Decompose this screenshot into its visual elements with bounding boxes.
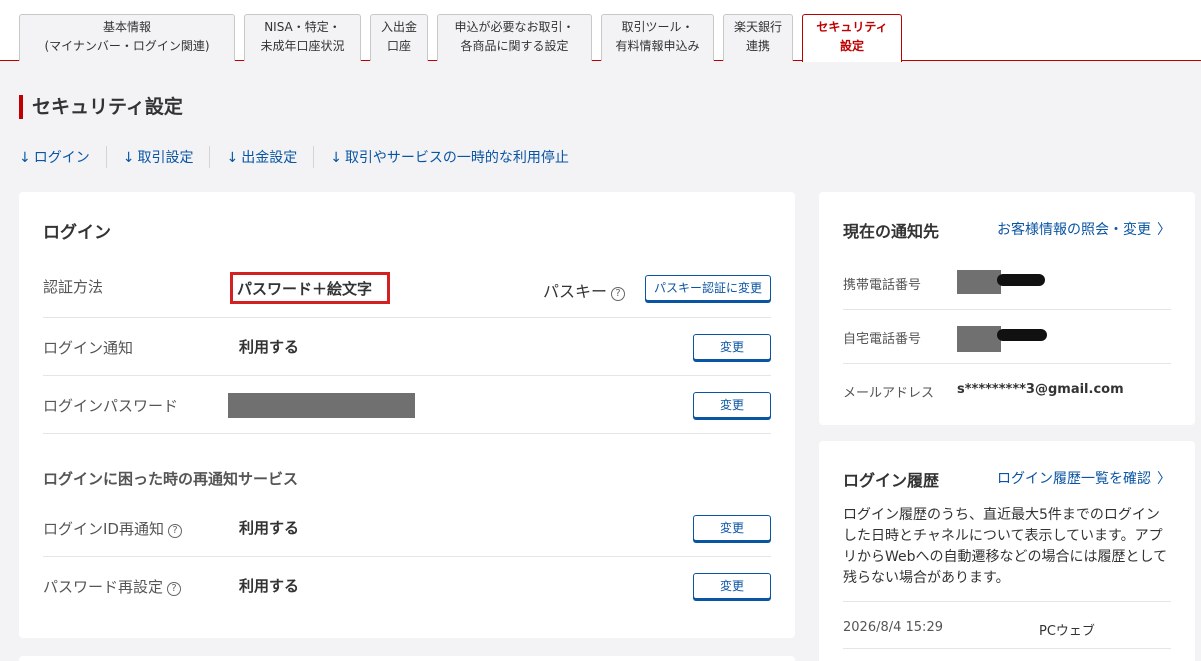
divider — [843, 648, 1171, 649]
redacted-mobile — [957, 270, 1001, 294]
redacted-mobile — [997, 274, 1045, 286]
mobile-phone-label: 携帯電話番号 — [843, 278, 922, 293]
login-notify-label: ログイン通知 — [43, 339, 134, 357]
help-icon[interactable]: ? — [167, 582, 182, 596]
login-section-title: ログイン — [43, 223, 111, 243]
login-card: ログイン 認証方法 パスワード＋絵文字 パスキー? パスキー認証に変更 ログイン… — [19, 192, 795, 638]
arrow-down-icon: ↓ — [226, 150, 239, 166]
login-notify-value: 利用する — [239, 338, 300, 356]
tab-trading-tools[interactable]: 取引ツール・ 有料情報申込み — [601, 14, 714, 61]
recover-service-title: ログインに困った時の再通知サービス — [43, 470, 299, 488]
id-reminder-text: ログインID再通知 — [43, 520, 164, 538]
tab-rakuten-bank[interactable]: 楽天銀行 連携 — [723, 14, 793, 61]
anchor-label: 出金設定 — [241, 150, 298, 166]
help-icon[interactable]: ? — [611, 287, 626, 301]
passkey-label: パスキー? — [543, 278, 626, 302]
divider — [43, 556, 771, 557]
pw-reset-value: 利用する — [239, 577, 300, 595]
pw-reset-text: パスワード再設定 — [43, 578, 164, 596]
login-password-label: ログインパスワード — [43, 397, 179, 415]
tab-label: 各商品に関する設定 — [460, 39, 569, 53]
anchor-label: ログイン — [33, 150, 90, 166]
chevron-right-icon: 〉 — [1157, 222, 1171, 238]
chevron-right-icon: 〉 — [1157, 471, 1171, 487]
anchor-nav: ↓ ログイン ↓ 取引設定 ↓ 出金設定 ↓ 取引やサービスの一時的な利用停止 — [19, 146, 569, 168]
next-section-card — [19, 656, 795, 661]
login-history-link[interactable]: ログイン履歴一覧を確認〉 — [997, 468, 1171, 488]
contact-card: 現在の通知先 お客様情報の照会・変更〉 携帯電話番号 自宅電話番号 メールアドレ… — [819, 192, 1195, 425]
tab-label: 設定 — [839, 39, 864, 53]
login-history-description: ログイン履歴のうち、直近最大5件までのログインした日時とチャネルについて表示して… — [843, 507, 1168, 586]
email-label: メールアドレス — [843, 386, 935, 401]
tab-basic-info[interactable]: 基本情報 (マイナンバー・ログイン関連) — [19, 14, 235, 61]
pw-reset-change-button[interactable]: 変更 — [693, 573, 771, 599]
tab-label: 楽天銀行 — [733, 20, 782, 34]
history-channel: PCウェブ — [1039, 624, 1095, 639]
tab-applications[interactable]: 申込が必要なお取引・ 各商品に関する設定 — [437, 14, 592, 61]
tab-label: 取引ツール・ — [621, 20, 694, 34]
anchor-trading[interactable]: ↓ 取引設定 — [123, 147, 194, 167]
tab-label: セキュリティ — [816, 20, 888, 34]
divider — [843, 309, 1171, 310]
page-title: セキュリティ設定 — [19, 95, 183, 119]
help-icon[interactable]: ? — [167, 524, 182, 538]
tab-security[interactable]: セキュリティ 設定 — [802, 14, 902, 62]
id-reminder-value: 利用する — [239, 519, 300, 537]
tab-bar: 基本情報 (マイナンバー・ログイン関連) NISA・特定・ 未成年口座状況 入出… — [0, 0, 1201, 62]
tab-label: (マイナンバー・ログイン関連) — [44, 39, 210, 53]
tab-label: 連携 — [745, 39, 770, 53]
anchor-label: 取引やサービスの一時的な利用停止 — [344, 150, 569, 166]
redacted-password — [228, 393, 415, 418]
arrow-down-icon: ↓ — [330, 150, 342, 166]
auth-method-value: パスワード＋絵文字 — [237, 280, 373, 298]
contact-title: 現在の通知先 — [843, 222, 940, 241]
link-label: お客様情報の照会・変更 — [997, 222, 1151, 238]
redacted-home — [957, 326, 1001, 352]
passkey-change-button[interactable]: パスキー認証に変更 — [645, 275, 771, 301]
pw-reset-label: パスワード再設定? — [43, 576, 182, 597]
arrow-down-icon: ↓ — [122, 150, 135, 166]
tab-label: 基本情報 — [102, 20, 151, 34]
id-reminder-change-button[interactable]: 変更 — [693, 515, 771, 541]
login-password-change-button[interactable]: 変更 — [693, 392, 771, 418]
login-notify-change-button[interactable]: 変更 — [693, 334, 771, 360]
tab-label: 入出金 — [380, 20, 417, 34]
divider — [209, 146, 211, 168]
redacted-home — [997, 329, 1047, 341]
tab-label: 申込が必要なお取引・ — [454, 20, 575, 34]
anchor-login[interactable]: ↓ ログイン — [19, 147, 90, 167]
divider — [313, 146, 315, 168]
login-history-title: ログイン履歴 — [843, 471, 940, 490]
anchor-suspend[interactable]: ↓ 取引やサービスの一時的な利用停止 — [330, 147, 569, 167]
customer-info-link[interactable]: お客様情報の照会・変更〉 — [997, 219, 1171, 239]
divider — [105, 146, 107, 168]
divider — [843, 363, 1171, 364]
divider — [43, 317, 771, 318]
tab-label: 未成年口座状況 — [260, 39, 345, 53]
anchor-withdrawal[interactable]: ↓ 出金設定 — [226, 147, 297, 167]
link-label: ログイン履歴一覧を確認 — [997, 471, 1151, 487]
tab-label: 有料情報申込み — [615, 39, 700, 53]
anchor-label: 取引設定 — [137, 150, 194, 166]
tab-deposit[interactable]: 入出金 口座 — [370, 14, 428, 61]
divider — [43, 375, 771, 376]
id-reminder-label: ログインID再通知? — [43, 518, 182, 539]
tab-nisa[interactable]: NISA・特定・ 未成年口座状況 — [244, 14, 361, 61]
tab-label: NISA・特定・ — [264, 20, 341, 34]
divider — [843, 601, 1171, 602]
arrow-down-icon: ↓ — [19, 150, 31, 166]
home-phone-label: 自宅電話番号 — [843, 332, 922, 347]
auth-method-label: 認証方法 — [43, 278, 104, 296]
passkey-text: パスキー — [543, 282, 608, 301]
history-datetime: 2026/8/4 15:29 — [843, 620, 943, 635]
tab-label: 口座 — [386, 39, 411, 53]
login-history-card: ログイン履歴 ログイン履歴一覧を確認〉 ログイン履歴のうち、直近最大5件までのロ… — [819, 441, 1195, 661]
divider — [43, 433, 771, 434]
email-value: s*********3@gmail.com — [957, 382, 1124, 397]
